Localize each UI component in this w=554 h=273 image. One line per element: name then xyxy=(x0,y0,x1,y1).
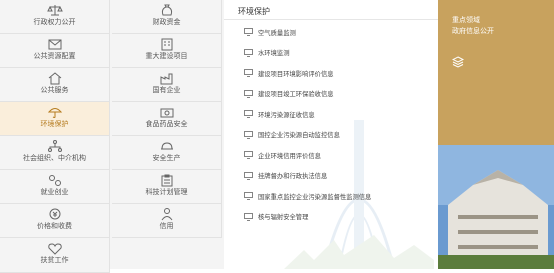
list-item-label: 国控企业污染源自动监控信息 xyxy=(258,132,340,139)
monitor-icon xyxy=(244,130,253,139)
category-cell[interactable]: 重大建设项目 xyxy=(112,34,222,68)
category-label: 财政资金 xyxy=(152,18,181,26)
list-item-label: 环境污染源征收信息 xyxy=(258,111,315,119)
factory-icon xyxy=(159,71,175,85)
network-icon xyxy=(47,139,63,153)
list-item-label: 挂牌督办和行政执法信息 xyxy=(258,173,328,180)
list-item[interactable]: 挂牌督办和行政执法信息 xyxy=(244,170,327,182)
content-panel: 环境保护 空气质量监测 水环境监测建设项目环境影响评价信息 建设项目竣工环保验收信息… xyxy=(224,0,438,269)
category-label: 公共资源配置 xyxy=(33,52,76,60)
monitor-icon xyxy=(244,171,253,180)
list-item[interactable]: 空气质量监测 xyxy=(244,26,296,38)
category-cell[interactable]: 行政权力公开 xyxy=(0,0,110,34)
category-label: 国有企业 xyxy=(152,86,181,94)
category-cell[interactable]: 科技计划管理 xyxy=(112,170,222,204)
category-label: 社会组织、中介机构 xyxy=(23,154,86,162)
category-label: 扶贫工作 xyxy=(40,256,69,264)
scale-icon xyxy=(46,3,63,17)
panel-title: 环境保护 xyxy=(238,7,270,16)
category-cell[interactable]: 食品药品安全 xyxy=(112,102,222,136)
envelope-icon xyxy=(47,37,63,51)
divider xyxy=(224,19,438,20)
clipboard-icon xyxy=(159,173,175,187)
category-grid: 行政权力公开 财政资金公共资源配置 重大建设项目公共服务 国有企业环境保护 食品药品安全… xyxy=(0,0,224,273)
list-item-label: 建设项目环境影响评价信息 xyxy=(258,70,334,78)
list-item[interactable]: 核与辐射安全管理 xyxy=(244,211,308,223)
category-cell[interactable]: 信用 xyxy=(112,204,222,238)
gears-icon xyxy=(47,173,63,187)
building-photo xyxy=(438,145,554,269)
category-label: 价格和收费 xyxy=(37,222,72,230)
monitor-icon xyxy=(244,48,253,57)
category-cell[interactable]: 就业创业 xyxy=(0,170,110,204)
house-icon xyxy=(47,71,63,85)
building-icon xyxy=(159,37,175,51)
category-label: 重大建设项目 xyxy=(145,52,188,60)
list-item-label: 核与辐射安全管理 xyxy=(258,214,309,221)
monitor-icon xyxy=(244,28,253,36)
list-item[interactable]: 水环境监测 xyxy=(244,47,289,59)
list-item[interactable]: 国控企业污染源自动监控信息 xyxy=(244,129,340,141)
category-cell[interactable]: 扶贫工作 xyxy=(0,238,110,273)
banner-title-line1: 重点领域 xyxy=(452,16,480,24)
category-cell[interactable]: 环境保护 xyxy=(0,102,110,136)
category-label: 就业创业 xyxy=(40,188,69,196)
hard-hat-icon xyxy=(159,139,175,153)
umbrella-icon xyxy=(47,105,63,119)
list-item[interactable]: 企业环境信用评价信息 xyxy=(244,149,321,161)
monitor-icon xyxy=(244,151,253,159)
side-banner[interactable]: 重点领域 政府信息公开 xyxy=(438,0,554,269)
list-item-label: 建设项目竣工环保验收信息 xyxy=(258,91,334,98)
category-cell[interactable]: 安全生产 xyxy=(112,136,222,170)
category-label: 信用 xyxy=(159,222,174,230)
list-item[interactable]: 环境污染源征收信息 xyxy=(244,108,315,120)
category-label: 科技计划管理 xyxy=(145,188,188,196)
category-label: 安全生产 xyxy=(152,154,181,162)
category-label: 公共服务 xyxy=(40,86,69,94)
monitor-icon xyxy=(244,89,253,98)
category-cell[interactable]: 价格和收费 xyxy=(0,204,110,238)
category-label: 环境保护 xyxy=(40,120,69,128)
list-item[interactable]: 国家重点监控企业污染源监督性监测信息 xyxy=(244,190,371,202)
list-item-label: 企业环境信用评价信息 xyxy=(258,152,321,160)
camera-icon xyxy=(159,105,175,119)
list-item-label: 空气质量监测 xyxy=(258,29,296,37)
price-tag-icon xyxy=(47,207,63,221)
layers-icon[interactable] xyxy=(452,56,464,68)
category-cell[interactable]: 财政资金 xyxy=(112,0,222,34)
monitor-icon xyxy=(244,192,253,200)
monitor-icon xyxy=(244,69,253,77)
heart-icon xyxy=(47,241,63,255)
list-item-label: 国家重点监控企业污染源监督性监测信息 xyxy=(258,193,372,201)
category-label: 食品药品安全 xyxy=(145,120,188,128)
list-item[interactable]: 建设项目环境影响评价信息 xyxy=(244,67,334,79)
monitor-icon xyxy=(244,212,253,221)
category-label: 行政权力公开 xyxy=(33,18,76,26)
category-cell[interactable]: 公共服务 xyxy=(0,68,110,102)
banner-title-line2: 政府信息公开 xyxy=(452,27,494,35)
list-item[interactable]: 建设项目竣工环保验收信息 xyxy=(244,88,334,100)
money-bag-icon xyxy=(159,3,175,17)
list-item-label: 水环境监测 xyxy=(258,50,290,57)
category-cell[interactable]: 公共资源配置 xyxy=(0,34,110,68)
category-cell[interactable]: 国有企业 xyxy=(112,68,222,102)
person-icon xyxy=(159,207,175,221)
category-cell[interactable]: 社会组织、中介机构 xyxy=(0,136,110,170)
monitor-icon xyxy=(244,110,253,118)
